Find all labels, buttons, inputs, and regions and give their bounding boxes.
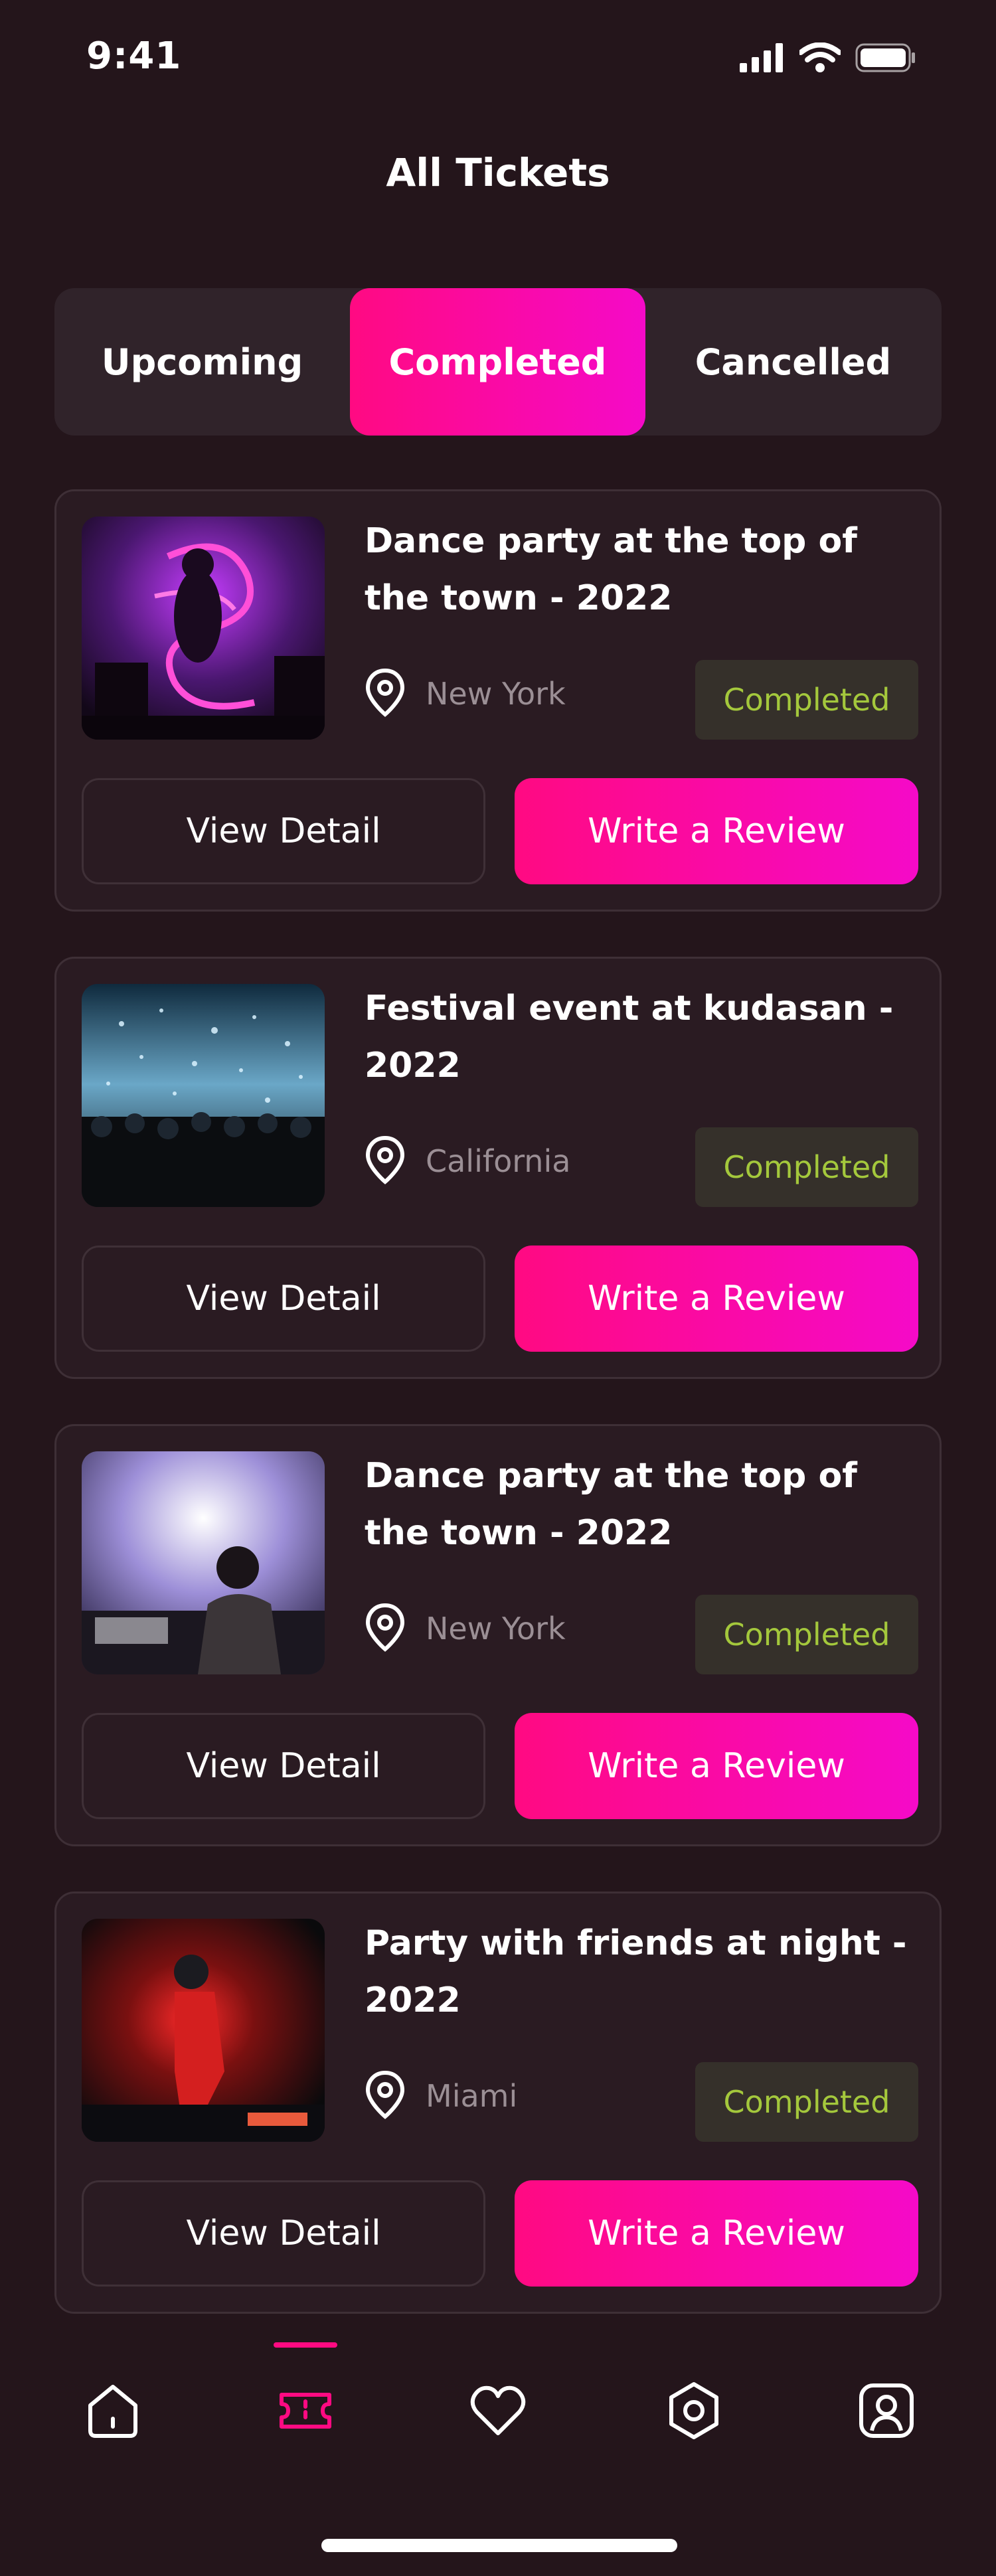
wifi-icon <box>798 42 842 76</box>
nav-profile[interactable] <box>850 2375 923 2449</box>
cellular-signal-icon <box>740 43 785 75</box>
status-badge: Completed <box>695 2062 918 2142</box>
event-thumbnail[interactable] <box>82 1919 325 2142</box>
status-icons <box>740 42 916 76</box>
home-icon <box>81 2379 145 2445</box>
event-location: New York <box>365 668 566 720</box>
location-text: Miami <box>426 2078 518 2114</box>
battery-icon <box>855 43 916 75</box>
event-thumbnail[interactable] <box>82 984 325 1207</box>
bottom-navigation <box>0 2337 996 2483</box>
view-detail-button[interactable]: View Detail <box>82 778 485 884</box>
location-pin-icon <box>365 2070 406 2122</box>
event-title: Dance party at the top of the town - 202… <box>365 521 857 618</box>
status-badge: Completed <box>695 1127 918 1207</box>
ticket-list: Dance party at the top of the town - 202… <box>54 489 942 2359</box>
settings-icon <box>662 2379 726 2445</box>
ticket-icon <box>274 2379 337 2445</box>
nav-home[interactable] <box>76 2375 149 2449</box>
ticket-card[interactable]: Dance party at the top of the town - 202… <box>54 1424 942 1846</box>
status-bar: 9:41 <box>0 0 996 120</box>
ticket-card[interactable]: Party with friends at night - 2022 Miami… <box>54 1892 942 2314</box>
location-text: New York <box>426 1611 566 1647</box>
status-badge: Completed <box>695 1595 918 1674</box>
event-location: California <box>365 1135 570 1187</box>
event-thumbnail[interactable] <box>82 517 325 740</box>
active-tab-indicator <box>274 2342 337 2348</box>
event-title: Festival event at kudasan - 2022 <box>365 989 894 1086</box>
home-indicator <box>321 2539 677 2552</box>
write-review-button[interactable]: Write a Review <box>515 1246 918 1352</box>
write-review-button[interactable]: Write a Review <box>515 778 918 884</box>
event-location: New York <box>365 1603 566 1654</box>
tab-bar: Upcoming Completed Cancelled <box>54 288 942 436</box>
location-pin-icon <box>365 1603 406 1654</box>
event-title: Dance party at the top of the town - 202… <box>365 1456 857 1553</box>
write-review-button[interactable]: Write a Review <box>515 2180 918 2287</box>
location-pin-icon <box>365 1135 406 1187</box>
view-detail-button[interactable]: View Detail <box>82 1246 485 1352</box>
location-pin-icon <box>365 668 406 720</box>
profile-icon <box>855 2379 918 2445</box>
ticket-card[interactable]: Festival event at kudasan - 2022 Califor… <box>54 957 942 1379</box>
write-review-button[interactable]: Write a Review <box>515 1713 918 1819</box>
location-text: New York <box>426 676 566 712</box>
event-location: Miami <box>365 2070 517 2122</box>
ticket-card[interactable]: Dance party at the top of the town - 202… <box>54 489 942 912</box>
tab-upcoming[interactable]: Upcoming <box>54 288 350 436</box>
status-badge: Completed <box>695 660 918 740</box>
event-thumbnail[interactable] <box>82 1451 325 1674</box>
view-detail-button[interactable]: View Detail <box>82 1713 485 1819</box>
event-title: Party with friends at night - 2022 <box>365 1923 907 2020</box>
nav-settings[interactable] <box>657 2375 730 2449</box>
page-title: All Tickets <box>386 150 610 195</box>
nav-favorites[interactable] <box>461 2375 535 2449</box>
nav-tickets[interactable] <box>269 2375 342 2449</box>
tab-cancelled[interactable]: Cancelled <box>645 288 941 436</box>
view-detail-button[interactable]: View Detail <box>82 2180 485 2287</box>
status-time: 9:41 <box>86 35 182 78</box>
heart-icon <box>466 2379 530 2445</box>
tab-completed[interactable]: Completed <box>350 288 645 436</box>
location-text: California <box>426 1143 571 1179</box>
